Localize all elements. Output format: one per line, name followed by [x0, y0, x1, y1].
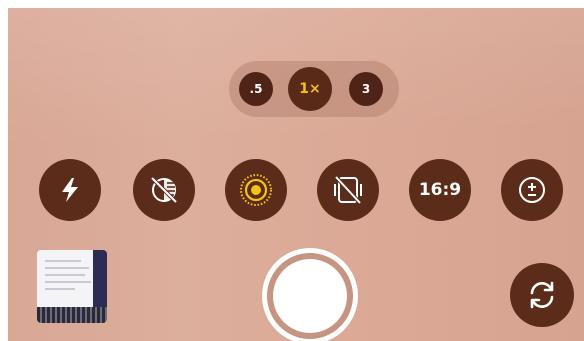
live-photo-button[interactable]	[225, 159, 287, 221]
thumbnail-content	[45, 260, 81, 262]
thumbnail-content	[45, 281, 91, 283]
filter-off-icon	[150, 176, 178, 204]
filter-button[interactable]	[133, 159, 195, 221]
camera-viewfinder[interactable]: .5 1× 3 16:9	[8, 8, 584, 341]
thumbnail-content	[37, 307, 107, 323]
aspect-ratio-button[interactable]: 16:9	[409, 159, 471, 221]
gallery-thumbnail[interactable]	[37, 250, 107, 323]
thumbnail-content	[93, 250, 107, 307]
thumbnail-content	[45, 288, 75, 290]
stabilization-button[interactable]	[317, 159, 379, 221]
shutter-button[interactable]	[262, 248, 358, 341]
aspect-ratio-label: 16:9	[418, 180, 462, 200]
switch-camera-icon	[530, 281, 554, 309]
live-photo-icon	[240, 174, 272, 206]
zoom-3x-button[interactable]: 3	[349, 72, 383, 106]
exposure-icon	[519, 177, 545, 203]
flash-icon	[62, 178, 78, 202]
exposure-button[interactable]	[501, 159, 563, 221]
stabilization-off-icon	[334, 175, 362, 205]
flash-button[interactable]	[39, 159, 101, 221]
thumbnail-content	[45, 267, 89, 269]
zoom-selector: .5 1× 3	[229, 61, 399, 117]
thumbnail-content	[45, 274, 85, 276]
zoom-0.5x-button[interactable]: .5	[239, 72, 273, 106]
zoom-1x-button[interactable]: 1×	[288, 67, 332, 111]
switch-camera-button[interactable]	[510, 263, 574, 327]
shutter-core[interactable]	[273, 259, 347, 333]
